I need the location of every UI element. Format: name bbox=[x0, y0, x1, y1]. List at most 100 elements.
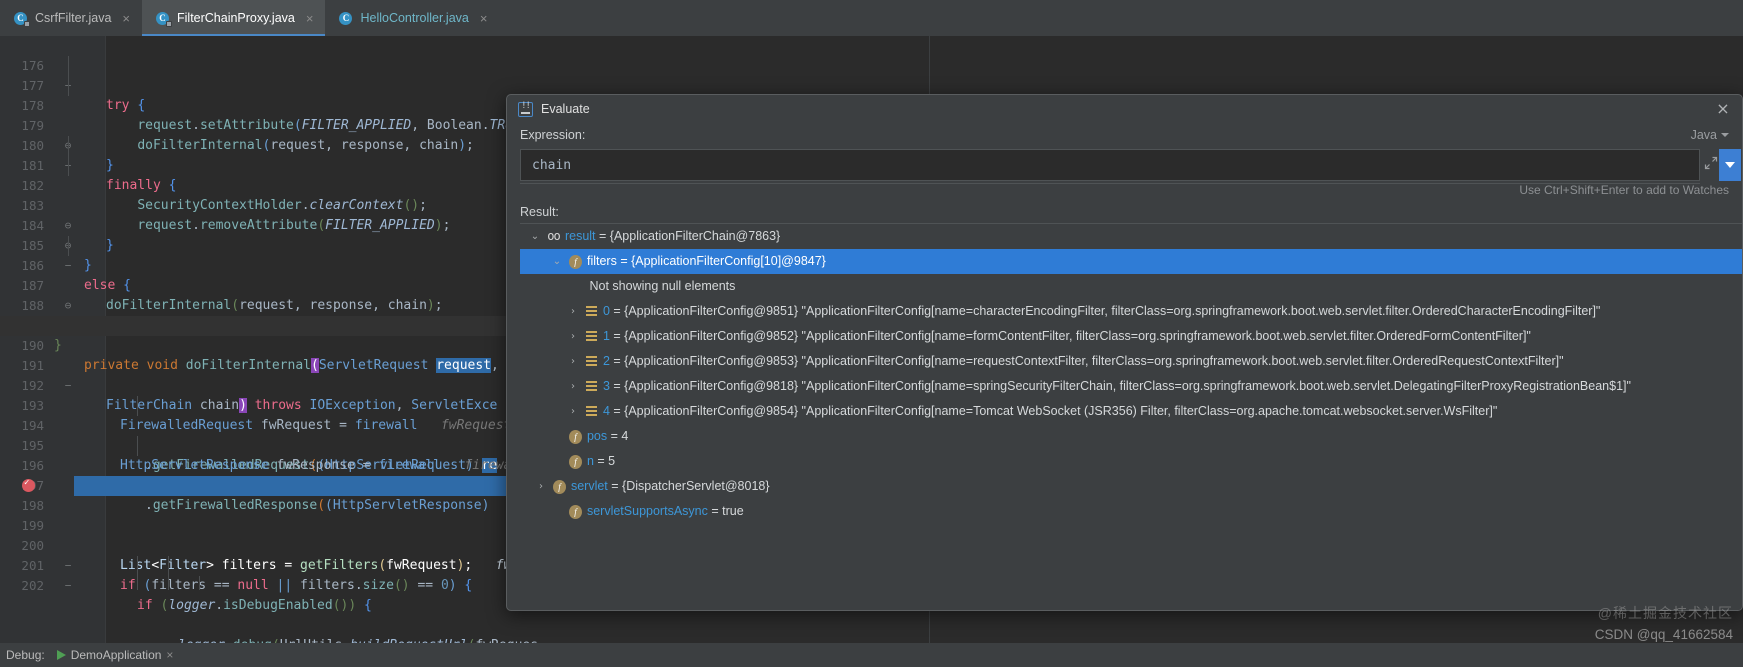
watermark-juejin: @稀土掘金技术社区 bbox=[1598, 603, 1733, 623]
tree-row-servlet[interactable]: › f servlet = {DispatcherServlet@8018} bbox=[520, 474, 1743, 499]
tree-node-value: 5 bbox=[608, 454, 615, 468]
close-icon[interactable]: × bbox=[1714, 100, 1732, 118]
code-line: 178 doFilterInternal(request, response, … bbox=[0, 76, 930, 96]
tree-row-note: › Not showing null elements bbox=[520, 274, 1743, 299]
tree-row-item[interactable]: › 4 = {ApplicationFilterConfig@9854} "Ap… bbox=[520, 399, 1743, 424]
result-tree[interactable]: ⌄ oo result = {ApplicationFilterChain@78… bbox=[520, 223, 1743, 611]
breakpoint-icon[interactable] bbox=[22, 479, 35, 492]
array-element-icon bbox=[583, 399, 599, 424]
dialog-title-bar: Evaluate bbox=[507, 95, 1742, 123]
array-element-icon bbox=[583, 324, 599, 349]
equals: = bbox=[617, 254, 631, 268]
tree-node-index: 2 bbox=[603, 354, 610, 368]
tab-label: HelloController.java bbox=[360, 11, 468, 25]
tree-row-item[interactable]: › 3 = {ApplicationFilterConfig@9818} "Ap… bbox=[520, 374, 1743, 399]
debug-label: Debug: bbox=[6, 648, 45, 662]
tree-node-name: result bbox=[565, 229, 596, 243]
tree-node-value: {ApplicationFilterChain@7863} bbox=[610, 229, 780, 243]
close-icon[interactable]: × bbox=[166, 648, 173, 662]
chevron-down-icon[interactable]: ⌄ bbox=[550, 249, 564, 274]
history-dropdown-button[interactable] bbox=[1719, 149, 1741, 181]
java-class-private-icon: C bbox=[156, 11, 171, 26]
tree-node-name: servlet bbox=[571, 479, 608, 493]
debug-label-group[interactable]: Debug: bbox=[6, 648, 45, 662]
code-line: 176 − try { bbox=[0, 36, 930, 56]
tree-node-value: {ApplicationFilterConfig@9853} "Applicat… bbox=[624, 354, 1563, 368]
tab-filterchainproxy[interactable]: C FilterChainProxy.java × bbox=[142, 0, 325, 36]
tree-node-value: {DispatcherServlet@8018} bbox=[622, 479, 770, 493]
chevron-right-icon[interactable]: › bbox=[566, 299, 580, 324]
tree-node-name: n bbox=[587, 454, 594, 468]
tree-node-index: 3 bbox=[603, 379, 610, 393]
tab-label: CsrfFilter.java bbox=[35, 11, 111, 25]
equals: = bbox=[608, 479, 622, 493]
tree-row-item[interactable]: › 1 = {ApplicationFilterConfig@9852} "Ap… bbox=[520, 324, 1743, 349]
tree-node-index: 1 bbox=[603, 329, 610, 343]
tree-node-value: 4 bbox=[621, 429, 628, 443]
tab-close-icon[interactable]: × bbox=[306, 12, 314, 25]
equals: = bbox=[610, 404, 624, 418]
tree-node-index: 0 bbox=[603, 304, 610, 318]
dialog-title: Evaluate bbox=[541, 102, 590, 116]
tree-node-name: pos bbox=[587, 429, 607, 443]
code-text: logger.debug(UrlUtils.buildRequestUrl(fw… bbox=[178, 636, 538, 643]
run-config-tab[interactable]: DemoApplication × bbox=[57, 648, 174, 662]
tree-row-pos[interactable]: › f pos = 4 bbox=[520, 424, 1743, 449]
array-element-icon bbox=[583, 374, 599, 399]
result-label: Result: bbox=[520, 205, 559, 219]
tab-close-icon[interactable]: × bbox=[122, 12, 130, 25]
array-element-icon bbox=[583, 349, 599, 374]
field-icon: f bbox=[567, 424, 583, 449]
language-selector[interactable]: Java bbox=[1691, 128, 1729, 142]
equals: = bbox=[610, 354, 624, 368]
tree-node-value: {ApplicationFilterConfig[10]@9847} bbox=[631, 254, 826, 268]
expression-input[interactable]: chain bbox=[520, 149, 1700, 181]
equals: = bbox=[594, 454, 608, 468]
equals: = bbox=[596, 229, 610, 243]
array-element-icon bbox=[583, 299, 599, 324]
watches-hint: Use Ctrl+Shift+Enter to add to Watches bbox=[1519, 183, 1729, 197]
tree-node-index: 4 bbox=[603, 404, 610, 418]
tree-node-note: Not showing null elements bbox=[589, 279, 735, 293]
tab-label: FilterChainProxy.java bbox=[177, 11, 295, 25]
editor-tab-bar: C CsrfFilter.java × C FilterChainProxy.j… bbox=[0, 0, 1743, 36]
tree-node-name: filters bbox=[587, 254, 617, 268]
chevron-right-icon[interactable]: › bbox=[534, 474, 548, 499]
code-text: if (logger.isDebugEnabled()) { bbox=[137, 596, 372, 616]
chevron-right-icon[interactable]: › bbox=[566, 349, 580, 374]
java-class-icon: C bbox=[339, 11, 354, 26]
tree-row-n[interactable]: › f n = 5 bbox=[520, 449, 1743, 474]
ide-window: C CsrfFilter.java × C FilterChainProxy.j… bbox=[0, 0, 1743, 667]
tab-close-icon[interactable]: × bbox=[480, 12, 488, 25]
watermark-csdn: CSDN @qq_41662584 bbox=[1595, 627, 1733, 642]
tree-row-item[interactable]: › 2 = {ApplicationFilterConfig@9853} "Ap… bbox=[520, 349, 1743, 374]
code-line: 177 request.setAttribute(FILTER_APPLIED,… bbox=[0, 56, 930, 76]
tree-row-filters[interactable]: ⌄ f filters = {ApplicationFilterConfig[1… bbox=[520, 249, 1743, 274]
tree-row-result[interactable]: ⌄ oo result = {ApplicationFilterChain@78… bbox=[520, 224, 1743, 249]
chevron-right-icon[interactable]: › bbox=[566, 374, 580, 399]
tab-csrffilter[interactable]: C CsrfFilter.java × bbox=[0, 0, 142, 36]
java-class-private-icon: C bbox=[14, 11, 29, 26]
evaluate-dialog: Evaluate × Expression: Java chain Use Ct… bbox=[506, 94, 1743, 611]
expression-value: chain bbox=[532, 158, 571, 173]
equals: = bbox=[610, 304, 624, 318]
equals: = bbox=[610, 379, 624, 393]
tree-node-value: true bbox=[722, 504, 744, 518]
object-icon: oo bbox=[545, 224, 561, 249]
language-label: Java bbox=[1691, 128, 1717, 142]
chevron-right-icon[interactable]: › bbox=[566, 399, 580, 424]
tree-node-value: {ApplicationFilterConfig@9818} "Applicat… bbox=[624, 379, 1631, 393]
run-icon bbox=[57, 650, 66, 660]
evaluate-icon bbox=[518, 102, 533, 117]
tree-node-value: {ApplicationFilterConfig@9852} "Applicat… bbox=[624, 329, 1531, 343]
chevron-right-icon[interactable]: › bbox=[566, 324, 580, 349]
tree-row-item[interactable]: › 0 = {ApplicationFilterConfig@9851} "Ap… bbox=[520, 299, 1743, 324]
equals: = bbox=[708, 504, 722, 518]
chevron-down-icon bbox=[1725, 162, 1735, 168]
expression-label: Expression: bbox=[520, 128, 585, 142]
tree-row-servletsupportsasync[interactable]: › f servletSupportsAsync = true bbox=[520, 499, 1743, 524]
chevron-down-icon[interactable]: ⌄ bbox=[528, 224, 542, 249]
run-config-name: DemoApplication bbox=[71, 648, 162, 662]
tree-node-value: {ApplicationFilterConfig@9851} "Applicat… bbox=[624, 304, 1600, 318]
tab-hellocontroller[interactable]: C HelloController.java × bbox=[325, 0, 499, 36]
